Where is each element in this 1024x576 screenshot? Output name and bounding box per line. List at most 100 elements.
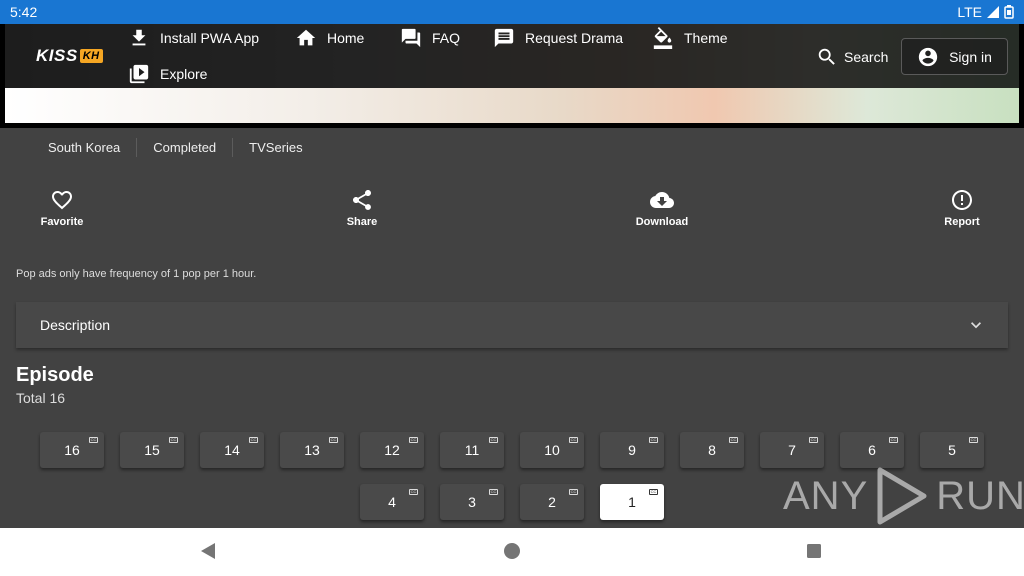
play-logo-icon — [877, 467, 927, 525]
episode-number: 2 — [548, 494, 556, 510]
closed-caption-icon: CC — [169, 437, 178, 443]
status-bar: 5:42 LTE — [0, 0, 1024, 24]
search-label: Search — [844, 49, 889, 65]
episode-number: 16 — [64, 442, 80, 458]
episode-number: 7 — [788, 442, 796, 458]
battery-icon — [1004, 5, 1014, 19]
chip-type: TVSeries — [232, 138, 318, 157]
closed-caption-icon: CC — [729, 437, 738, 443]
episode-button[interactable]: 16 CC — [40, 432, 104, 468]
episode-button[interactable]: 15 CC — [120, 432, 184, 468]
nav-request-label: Request Drama — [525, 30, 624, 46]
search-button[interactable]: Search — [816, 46, 888, 68]
episode-button[interactable]: 5 CC — [920, 432, 984, 468]
description-accordion[interactable]: Description — [16, 302, 1008, 348]
sign-in-button[interactable]: Sign in — [901, 38, 1008, 75]
recents-icon[interactable] — [806, 542, 822, 560]
message-icon — [494, 28, 514, 48]
nav-theme[interactable]: Theme — [652, 27, 728, 49]
episode-button[interactable]: 1 CC — [600, 484, 664, 520]
nav-theme-label: Theme — [684, 30, 728, 46]
episode-button[interactable]: 2 CC — [520, 484, 584, 520]
closed-caption-icon: CC — [649, 437, 658, 443]
episode-number: 5 — [948, 442, 956, 458]
nav-explore[interactable]: Explore — [128, 63, 207, 85]
error-outline-icon — [952, 190, 972, 210]
description-label: Description — [40, 317, 111, 333]
closed-caption-icon: CC — [889, 437, 898, 443]
episode-button[interactable]: 13 CC — [280, 432, 344, 468]
android-nav-bar — [0, 528, 1024, 576]
paint-bucket-icon — [653, 27, 673, 49]
episode-number: 8 — [708, 442, 716, 458]
video-library-icon — [129, 64, 149, 84]
episode-button[interactable]: 12 CC — [360, 432, 424, 468]
episode-heading: Episode — [16, 364, 94, 386]
nav-faq[interactable]: FAQ — [400, 27, 460, 49]
episode-button[interactable]: 14 CC — [200, 432, 264, 468]
home-circle-icon[interactable] — [503, 542, 521, 560]
nav-faq-label: FAQ — [432, 30, 461, 46]
download-arrow-icon — [132, 29, 146, 46]
closed-caption-icon: CC — [809, 437, 818, 443]
closed-caption-icon: CC — [489, 489, 498, 495]
chip-status: Completed — [136, 138, 232, 157]
download-button[interactable]: Download — [622, 188, 702, 228]
episode-number: 9 — [628, 442, 636, 458]
episode-button[interactable]: 3 CC — [440, 484, 504, 520]
nav-request-drama[interactable]: Request Drama — [493, 27, 623, 49]
sign-in-label: Sign in — [949, 48, 992, 65]
closed-caption-icon: CC — [489, 437, 498, 443]
closed-caption-icon: CC — [569, 489, 578, 495]
episode-number: 13 — [304, 442, 320, 458]
episode-button[interactable]: 7 CC — [760, 432, 824, 468]
closed-caption-icon: CC — [409, 437, 418, 443]
home-icon — [296, 29, 316, 46]
favorite-button[interactable]: Favorite — [22, 188, 102, 228]
share-icon — [353, 190, 371, 210]
episode-button[interactable]: 6 CC — [840, 432, 904, 468]
closed-caption-icon: CC — [329, 437, 338, 443]
closed-caption-icon: CC — [969, 437, 978, 443]
closed-caption-icon: CC — [249, 437, 258, 443]
signal-icon — [987, 6, 999, 18]
ads-notice: Pop ads only have frequency of 1 pop per… — [16, 268, 257, 280]
action-bar: Favorite Share Download Report — [0, 188, 1024, 238]
closed-caption-icon: CC — [89, 437, 98, 443]
episode-button[interactable]: 11 CC — [440, 432, 504, 468]
cloud-download-icon — [650, 192, 674, 208]
episode-button[interactable]: 8 CC — [680, 432, 744, 468]
favorite-label: Favorite — [40, 216, 84, 228]
forum-icon — [401, 28, 421, 48]
nav-home[interactable]: Home — [295, 27, 364, 49]
heart-outline-icon — [52, 191, 72, 210]
account-circle-icon — [918, 47, 938, 66]
episode-number: 12 — [384, 442, 400, 458]
share-button[interactable]: Share — [322, 188, 402, 228]
info-chips: South Korea Completed TVSeries — [32, 138, 319, 157]
episode-button[interactable]: 10 CC — [520, 432, 584, 468]
download-label: Download — [635, 216, 689, 228]
nav-install-pwa[interactable]: Install PWA App — [128, 27, 259, 49]
chevron-down-icon — [971, 322, 981, 329]
closed-caption-icon: CC — [409, 489, 418, 495]
report-button[interactable]: Report — [922, 188, 1002, 228]
episode-number: 14 — [224, 442, 240, 458]
episode-total: Total 16 — [16, 390, 66, 406]
share-label: Share — [346, 216, 378, 228]
nav-install-label: Install PWA App — [160, 30, 260, 46]
anyrun-watermark: ANY RUN — [783, 466, 1024, 526]
episode-button[interactable]: 9 CC — [600, 432, 664, 468]
closed-caption-icon: CC — [649, 489, 658, 495]
report-label: Report — [944, 216, 980, 228]
watermark-left: ANY — [783, 473, 869, 518]
closed-caption-icon: CC — [569, 437, 578, 443]
episode-number: 1 — [628, 494, 636, 510]
logo-suffix: KH — [79, 49, 103, 63]
episode-number: 6 — [868, 442, 876, 458]
back-icon[interactable] — [199, 542, 217, 560]
episode-button[interactable]: 4 CC — [360, 484, 424, 520]
site-logo[interactable]: KISS KH — [36, 46, 103, 66]
status-time: 5:42 — [10, 4, 38, 20]
watermark-right: RUN — [936, 473, 1024, 518]
